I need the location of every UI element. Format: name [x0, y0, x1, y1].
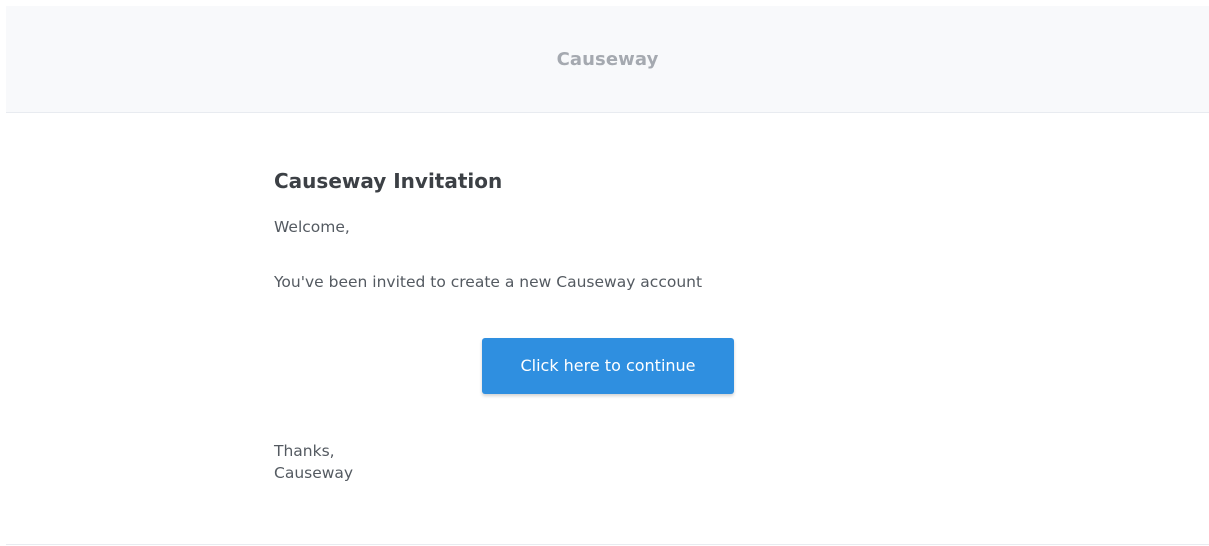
invitation-message: You've been invited to create a new Caus…	[274, 273, 703, 291]
email-header: Causeway	[6, 6, 1209, 113]
footer-divider	[6, 544, 1209, 545]
greeting-text: Welcome,	[274, 218, 350, 236]
email-heading: Causeway Invitation	[274, 169, 503, 193]
signoff-thanks: Thanks,	[274, 442, 335, 460]
signoff-sender: Causeway	[274, 464, 354, 482]
signoff: Thanks, Causeway	[274, 440, 353, 484]
cta-container: Click here to continue	[482, 338, 734, 394]
brand-name: Causeway	[556, 48, 659, 70]
email-body: Causeway Invitation Welcome, You've been…	[274, 160, 944, 482]
continue-button[interactable]: Click here to continue	[482, 338, 734, 394]
